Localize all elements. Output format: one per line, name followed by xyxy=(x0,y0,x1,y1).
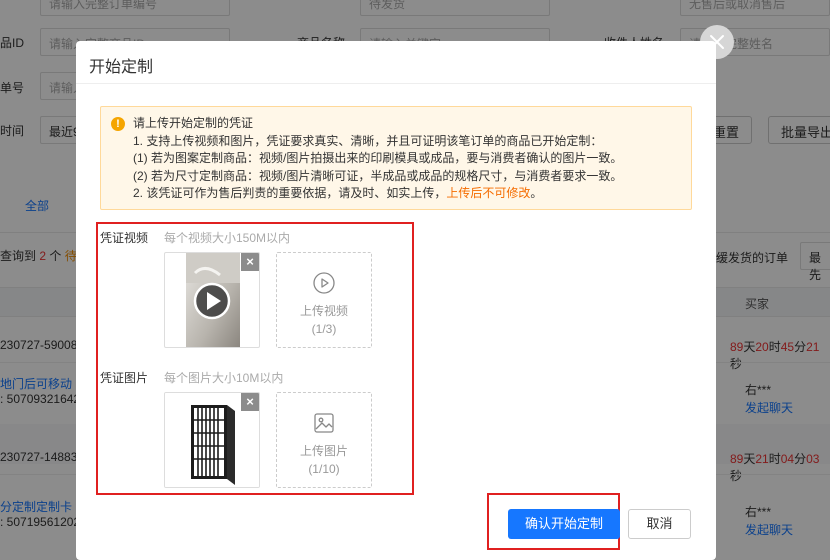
notice-line: 请上传开始定制的凭证 xyxy=(133,116,254,130)
upload-image-label: 上传图片 xyxy=(299,444,348,458)
notice-line: (1) 若为图案定制商品：视频/图片拍摄出来的印刷模具或成品，要与消费者确认的图… xyxy=(133,151,623,165)
notice-line: 1. 支持上传视频和图片，凭证要求真实、清晰，并且可证明该笔订单的商品已开始定制… xyxy=(133,133,603,148)
video-hint: 每个视频大小150M以内 xyxy=(164,231,291,245)
delete-image-button[interactable]: × xyxy=(241,393,259,411)
confirm-start-button[interactable]: 确认开始定制 xyxy=(508,509,620,539)
notice-line: (2) 若为尺寸定制商品：视频/图片清晰可证，半成品或成品的规格尺寸，与消费者要… xyxy=(133,168,623,183)
upload-image-count: (1/10) xyxy=(308,462,340,476)
notice-box: ! 请上传开始定制的凭证 1. 支持上传视频和图片，凭证要求真实、清晰，并且可证… xyxy=(100,106,692,210)
image-thumbnail[interactable]: × xyxy=(164,392,260,488)
video-label: 凭证视频 xyxy=(100,231,149,245)
upload-video-button[interactable]: 上传视频 (1/3) xyxy=(276,252,372,348)
title-divider xyxy=(76,83,716,84)
dialog-title: 开始定制 xyxy=(89,59,154,76)
image-hint: 每个图片大小10M以内 xyxy=(164,371,284,385)
video-thumbnail[interactable]: × xyxy=(164,252,260,348)
upload-image-button[interactable]: 上传图片 (1/10) xyxy=(276,392,372,488)
warning-icon: ! xyxy=(111,117,125,131)
play-circle-icon xyxy=(313,272,335,294)
delete-video-button[interactable]: × xyxy=(241,253,259,271)
start-customize-dialog: 开始定制 ! 请上传开始定制的凭证 1. 支持上传视频和图片，凭证要求真实、清晰… xyxy=(76,41,716,560)
notice-highlight: 上传后不可修改 xyxy=(446,186,531,200)
cancel-button[interactable]: 取消 xyxy=(628,509,691,539)
image-label: 凭证图片 xyxy=(100,371,149,385)
image-icon xyxy=(314,413,334,433)
upload-video-label: 上传视频 xyxy=(299,304,348,318)
notice-line: 2. 该凭证可作为售后判责的重要依据，请及时、如实上传，上传后不可修改。 xyxy=(133,186,543,200)
upload-video-count: (1/3) xyxy=(311,322,337,336)
